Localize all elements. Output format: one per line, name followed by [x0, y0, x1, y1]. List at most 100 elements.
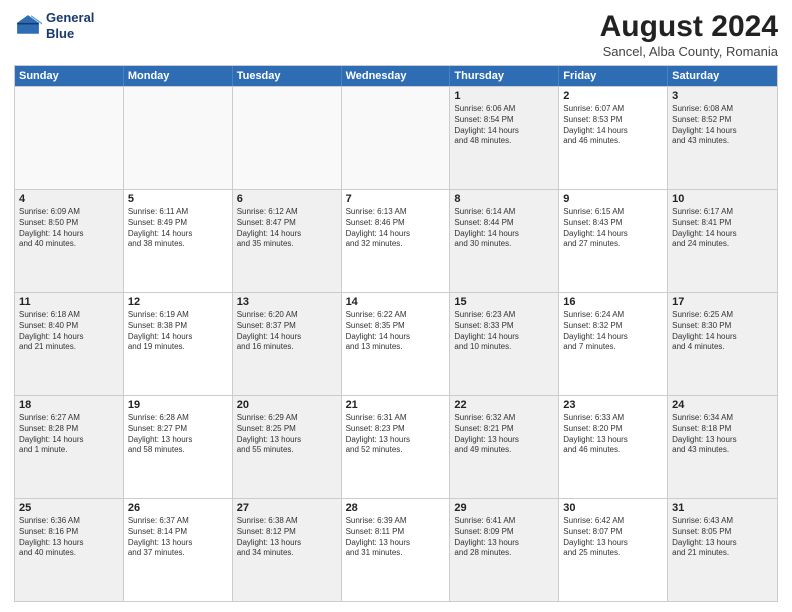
cell-info: Sunrise: 6:14 AM Sunset: 8:44 PM Dayligh…	[454, 207, 554, 250]
cell-info: Sunrise: 6:41 AM Sunset: 8:09 PM Dayligh…	[454, 516, 554, 559]
cal-cell: 20 Sunrise: 6:29 AM Sunset: 8:25 PM Dayli…	[233, 396, 342, 498]
cell-info: Sunrise: 6:39 AM Sunset: 8:11 PM Dayligh…	[346, 516, 446, 559]
calendar-header: SundayMondayTuesdayWednesdayThursdayFrid…	[15, 66, 777, 86]
day-number: 8	[454, 193, 554, 205]
day-number: 22	[454, 399, 554, 411]
cal-cell	[15, 87, 124, 189]
week-row-2: 11Sunrise: 6:18 AM Sunset: 8:40 PM Dayli…	[15, 292, 777, 395]
day-number: 20	[237, 399, 337, 411]
subtitle: Sancel, Alba County, Romania	[600, 44, 778, 59]
generalblue-icon	[14, 12, 42, 40]
cal-cell: 23Sunrise: 6:33 AM Sunset: 8:20 PM Dayli…	[559, 396, 668, 498]
day-number: 5	[128, 193, 228, 205]
day-number: 9	[563, 193, 663, 205]
cal-cell: 12 Sunrise: 6:19 AM Sunset: 8:38 PM Dayli…	[124, 293, 233, 395]
cell-info: Sunrise: 6:13 AM Sunset: 8:46 PM Dayligh…	[346, 207, 446, 250]
header: General Blue August 2024 Sancel, Alba Co…	[14, 10, 778, 59]
day-number: 27	[237, 502, 337, 514]
day-of-week-wednesday: Wednesday	[342, 66, 451, 86]
cell-info: Sunrise: 6:25 AM Sunset: 8:30 PM Dayligh…	[672, 310, 773, 353]
calendar-body: 1 Sunrise: 6:06 AM Sunset: 8:54 PM Daylig…	[15, 86, 777, 601]
calendar: SundayMondayTuesdayWednesdayThursdayFrid…	[14, 65, 778, 602]
cell-info: Sunrise: 6:19 AM Sunset: 8:38 PM Dayligh…	[128, 310, 228, 353]
cal-cell: 15Sunrise: 6:23 AM Sunset: 8:33 PM Dayli…	[450, 293, 559, 395]
day-number: 1	[454, 90, 554, 102]
cal-cell: 4Sunrise: 6:09 AM Sunset: 8:50 PM Daylig…	[15, 190, 124, 292]
cell-info: Sunrise: 6:27 AM Sunset: 8:28 PM Dayligh…	[19, 413, 119, 456]
cal-cell: 9 Sunrise: 6:15 AM Sunset: 8:43 PM Daylig…	[559, 190, 668, 292]
cal-cell: 11Sunrise: 6:18 AM Sunset: 8:40 PM Dayli…	[15, 293, 124, 395]
cal-cell: 28 Sunrise: 6:39 AM Sunset: 8:11 PM Dayli…	[342, 499, 451, 601]
cell-info: Sunrise: 6:17 AM Sunset: 8:41 PM Dayligh…	[672, 207, 773, 250]
day-number: 12	[128, 296, 228, 308]
day-of-week-tuesday: Tuesday	[233, 66, 342, 86]
cell-info: Sunrise: 6:11 AM Sunset: 8:49 PM Dayligh…	[128, 207, 228, 250]
cell-info: Sunrise: 6:37 AM Sunset: 8:14 PM Dayligh…	[128, 516, 228, 559]
cell-info: Sunrise: 6:38 AM Sunset: 8:12 PM Dayligh…	[237, 516, 337, 559]
cal-cell: 25Sunrise: 6:36 AM Sunset: 8:16 PM Dayli…	[15, 499, 124, 601]
cell-info: Sunrise: 6:09 AM Sunset: 8:50 PM Dayligh…	[19, 207, 119, 250]
cell-info: Sunrise: 6:24 AM Sunset: 8:32 PM Dayligh…	[563, 310, 663, 353]
cal-cell: 8 Sunrise: 6:14 AM Sunset: 8:44 PM Daylig…	[450, 190, 559, 292]
day-number: 2	[563, 90, 663, 102]
day-of-week-sunday: Sunday	[15, 66, 124, 86]
cal-cell	[233, 87, 342, 189]
cell-info: Sunrise: 6:23 AM Sunset: 8:33 PM Dayligh…	[454, 310, 554, 353]
cell-info: Sunrise: 6:06 AM Sunset: 8:54 PM Dayligh…	[454, 104, 554, 147]
day-number: 17	[672, 296, 773, 308]
day-number: 21	[346, 399, 446, 411]
title-block: August 2024 Sancel, Alba County, Romania	[600, 10, 778, 59]
day-number: 11	[19, 296, 119, 308]
cell-info: Sunrise: 6:29 AM Sunset: 8:25 PM Dayligh…	[237, 413, 337, 456]
day-number: 26	[128, 502, 228, 514]
day-number: 16	[563, 296, 663, 308]
day-number: 13	[237, 296, 337, 308]
cal-cell: 21 Sunrise: 6:31 AM Sunset: 8:23 PM Dayli…	[342, 396, 451, 498]
cell-info: Sunrise: 6:32 AM Sunset: 8:21 PM Dayligh…	[454, 413, 554, 456]
logo: General Blue	[14, 10, 94, 41]
cal-cell: 26 Sunrise: 6:37 AM Sunset: 8:14 PM Dayli…	[124, 499, 233, 601]
cal-cell: 1 Sunrise: 6:06 AM Sunset: 8:54 PM Daylig…	[450, 87, 559, 189]
week-row-3: 18 Sunrise: 6:27 AM Sunset: 8:28 PM Dayli…	[15, 395, 777, 498]
cal-cell: 14 Sunrise: 6:22 AM Sunset: 8:35 PM Dayli…	[342, 293, 451, 395]
cal-cell: 10Sunrise: 6:17 AM Sunset: 8:41 PM Dayli…	[668, 190, 777, 292]
cal-cell: 24 Sunrise: 6:34 AM Sunset: 8:18 PM Dayli…	[668, 396, 777, 498]
cal-cell: 7 Sunrise: 6:13 AM Sunset: 8:46 PM Daylig…	[342, 190, 451, 292]
cell-info: Sunrise: 6:20 AM Sunset: 8:37 PM Dayligh…	[237, 310, 337, 353]
cell-info: Sunrise: 6:43 AM Sunset: 8:05 PM Dayligh…	[672, 516, 773, 559]
day-number: 31	[672, 502, 773, 514]
cell-info: Sunrise: 6:34 AM Sunset: 8:18 PM Dayligh…	[672, 413, 773, 456]
week-row-4: 25Sunrise: 6:36 AM Sunset: 8:16 PM Dayli…	[15, 498, 777, 601]
cal-cell: 30 Sunrise: 6:42 AM Sunset: 8:07 PM Dayli…	[559, 499, 668, 601]
day-number: 14	[346, 296, 446, 308]
cal-cell	[124, 87, 233, 189]
week-row-0: 1 Sunrise: 6:06 AM Sunset: 8:54 PM Daylig…	[15, 86, 777, 189]
cell-info: Sunrise: 6:08 AM Sunset: 8:52 PM Dayligh…	[672, 104, 773, 147]
cal-cell: 2Sunrise: 6:07 AM Sunset: 8:53 PM Daylig…	[559, 87, 668, 189]
day-number: 30	[563, 502, 663, 514]
cal-cell: 17 Sunrise: 6:25 AM Sunset: 8:30 PM Dayli…	[668, 293, 777, 395]
day-of-week-friday: Friday	[559, 66, 668, 86]
day-of-week-saturday: Saturday	[668, 66, 777, 86]
cell-info: Sunrise: 6:22 AM Sunset: 8:35 PM Dayligh…	[346, 310, 446, 353]
day-number: 3	[672, 90, 773, 102]
cell-info: Sunrise: 6:15 AM Sunset: 8:43 PM Dayligh…	[563, 207, 663, 250]
cell-info: Sunrise: 6:42 AM Sunset: 8:07 PM Dayligh…	[563, 516, 663, 559]
cal-cell: 18 Sunrise: 6:27 AM Sunset: 8:28 PM Dayli…	[15, 396, 124, 498]
cal-cell: 3 Sunrise: 6:08 AM Sunset: 8:52 PM Daylig…	[668, 87, 777, 189]
day-number: 23	[563, 399, 663, 411]
cal-cell	[342, 87, 451, 189]
day-of-week-monday: Monday	[124, 66, 233, 86]
day-number: 18	[19, 399, 119, 411]
day-number: 24	[672, 399, 773, 411]
page: General Blue August 2024 Sancel, Alba Co…	[0, 0, 792, 612]
cal-cell: 6Sunrise: 6:12 AM Sunset: 8:47 PM Daylig…	[233, 190, 342, 292]
main-title: August 2024	[600, 10, 778, 44]
cal-cell: 19Sunrise: 6:28 AM Sunset: 8:27 PM Dayli…	[124, 396, 233, 498]
day-number: 6	[237, 193, 337, 205]
cal-cell: 16 Sunrise: 6:24 AM Sunset: 8:32 PM Dayli…	[559, 293, 668, 395]
logo-text: General Blue	[46, 10, 94, 41]
day-number: 28	[346, 502, 446, 514]
cell-info: Sunrise: 6:31 AM Sunset: 8:23 PM Dayligh…	[346, 413, 446, 456]
day-number: 7	[346, 193, 446, 205]
